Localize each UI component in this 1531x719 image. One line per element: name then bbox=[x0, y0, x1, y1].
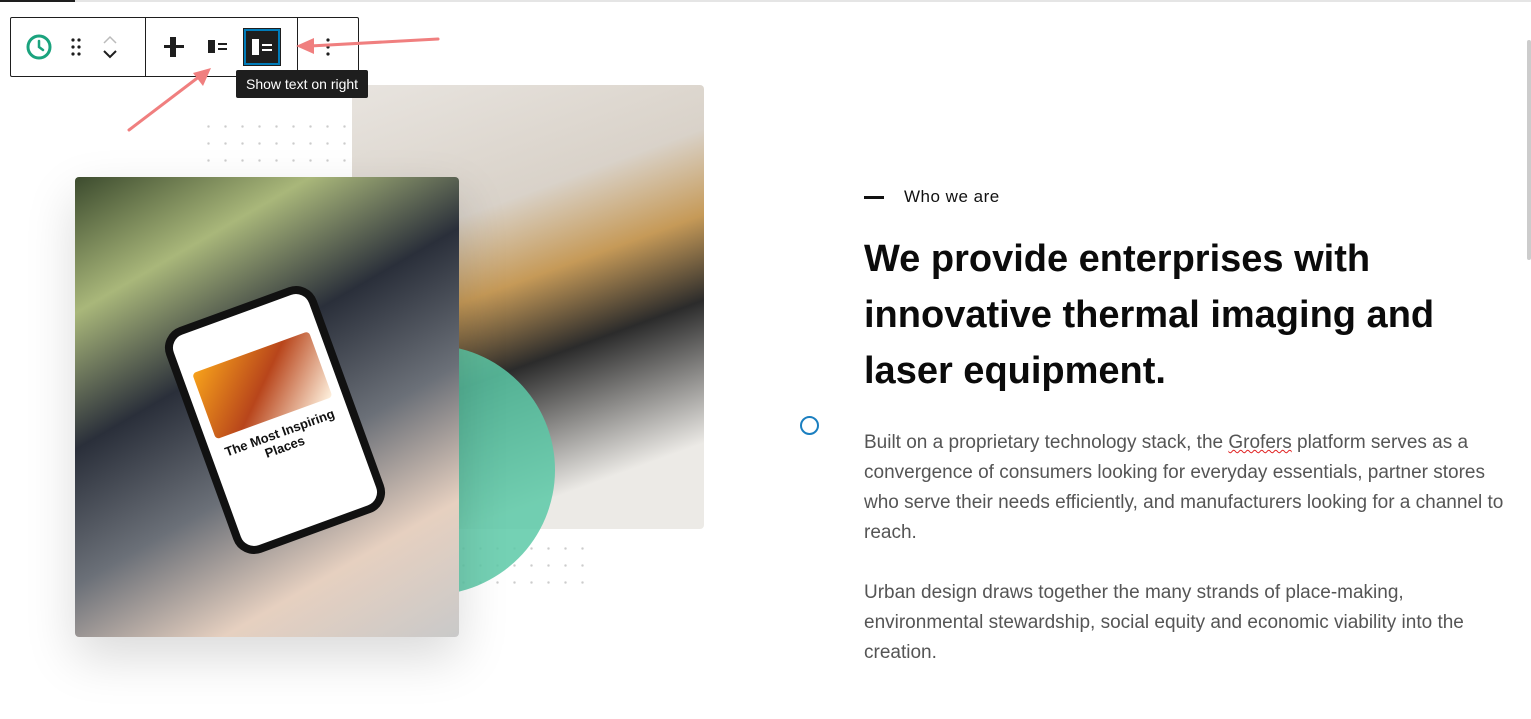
phone-screen: The Most Inspiring Places bbox=[158, 279, 392, 561]
annotation-arrows bbox=[127, 37, 440, 132]
arrow-left-annotation bbox=[127, 74, 202, 132]
dash-icon bbox=[864, 195, 884, 199]
paragraph-2[interactable]: Urban design draws together the many str… bbox=[864, 578, 1514, 668]
eyebrow-text: Who we are bbox=[904, 187, 1000, 206]
headline[interactable]: We provide enterprises with innovative t… bbox=[864, 231, 1484, 399]
scrollbar[interactable] bbox=[1527, 40, 1531, 260]
block-insertion-point[interactable] bbox=[800, 416, 819, 435]
paragraph-1[interactable]: Built on a proprietary technology stack,… bbox=[864, 428, 1514, 548]
laptop-phone-photo: The Most Inspiring Places bbox=[75, 177, 459, 637]
arrow-right-annotation bbox=[308, 37, 440, 48]
p1-text: Built on a proprietary technology stack,… bbox=[864, 432, 1229, 453]
section-eyebrow: Who we are bbox=[864, 187, 1000, 207]
brand-name: Grofers bbox=[1228, 432, 1292, 453]
